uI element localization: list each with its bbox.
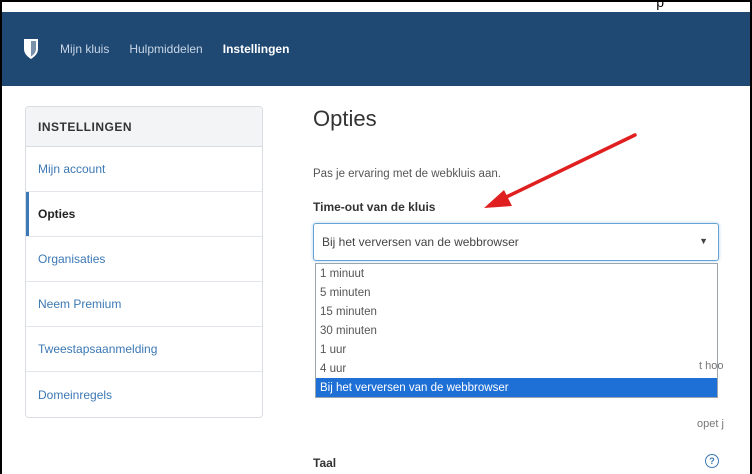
sidebar-header: INSTELLINGEN <box>26 107 262 147</box>
partially-hidden-text: opet j <box>697 418 724 430</box>
dropdown-option[interactable]: 30 minuten <box>316 321 717 340</box>
dropdown-option-selected[interactable]: Bij het verversen van de webbrowser <box>316 378 717 397</box>
language-label: Taal <box>313 456 337 470</box>
dropdown-option[interactable]: 5 minuten <box>316 283 717 302</box>
question-circle-icon[interactable]: ? <box>705 454 719 468</box>
nav-settings[interactable]: Instellingen <box>223 42 290 56</box>
partially-hidden-text: t hoo <box>699 360 724 372</box>
nav-links: Mijn kluis Hulpmiddelen Instellingen <box>60 42 289 56</box>
nav-tools[interactable]: Hulpmiddelen <box>129 42 202 56</box>
dropdown-option[interactable]: 1 uur <box>316 340 717 359</box>
caret-down-icon: ▼ <box>699 236 708 246</box>
dropdown-option[interactable]: 1 minuut <box>316 264 717 283</box>
main-content: Opties Pas je ervaring met de webkluis a… <box>313 106 752 470</box>
sidebar-item-premium[interactable]: Neem Premium <box>26 282 262 327</box>
sidebar-item-two-step-login[interactable]: Tweestapsaanmelding <box>26 327 262 372</box>
page-subtitle: Pas je ervaring met de webkluis aan. <box>313 168 501 180</box>
page-title: Opties <box>313 106 377 131</box>
cropped-text: p <box>656 0 664 10</box>
top-navbar: Mijn kluis Hulpmiddelen Instellingen <box>2 12 750 86</box>
vault-timeout-label: Time-out van de kluis <box>313 200 436 214</box>
sidebar-item-organizations[interactable]: Organisaties <box>26 237 262 282</box>
nav-my-vault[interactable]: Mijn kluis <box>60 42 109 56</box>
shield-icon[interactable] <box>20 34 42 64</box>
sidebar-item-options[interactable]: Opties <box>26 192 262 237</box>
sidebar-item-my-account[interactable]: Mijn account <box>26 147 262 192</box>
dropdown-option[interactable]: 15 minuten <box>316 302 717 321</box>
vault-timeout-value: Bij het verversen van de webbrowser <box>322 235 519 249</box>
vault-timeout-dropdown: 1 minuut 5 minuten 15 minuten 30 minuten… <box>315 263 718 398</box>
vault-timeout-select[interactable]: Bij het verversen van de webbrowser ▼ <box>313 223 719 261</box>
sidebar-item-domain-rules[interactable]: Domeinregels <box>26 372 262 417</box>
dropdown-option[interactable]: 4 uur <box>316 359 717 378</box>
settings-sidebar: INSTELLINGEN Mijn account Opties Organis… <box>25 106 263 418</box>
